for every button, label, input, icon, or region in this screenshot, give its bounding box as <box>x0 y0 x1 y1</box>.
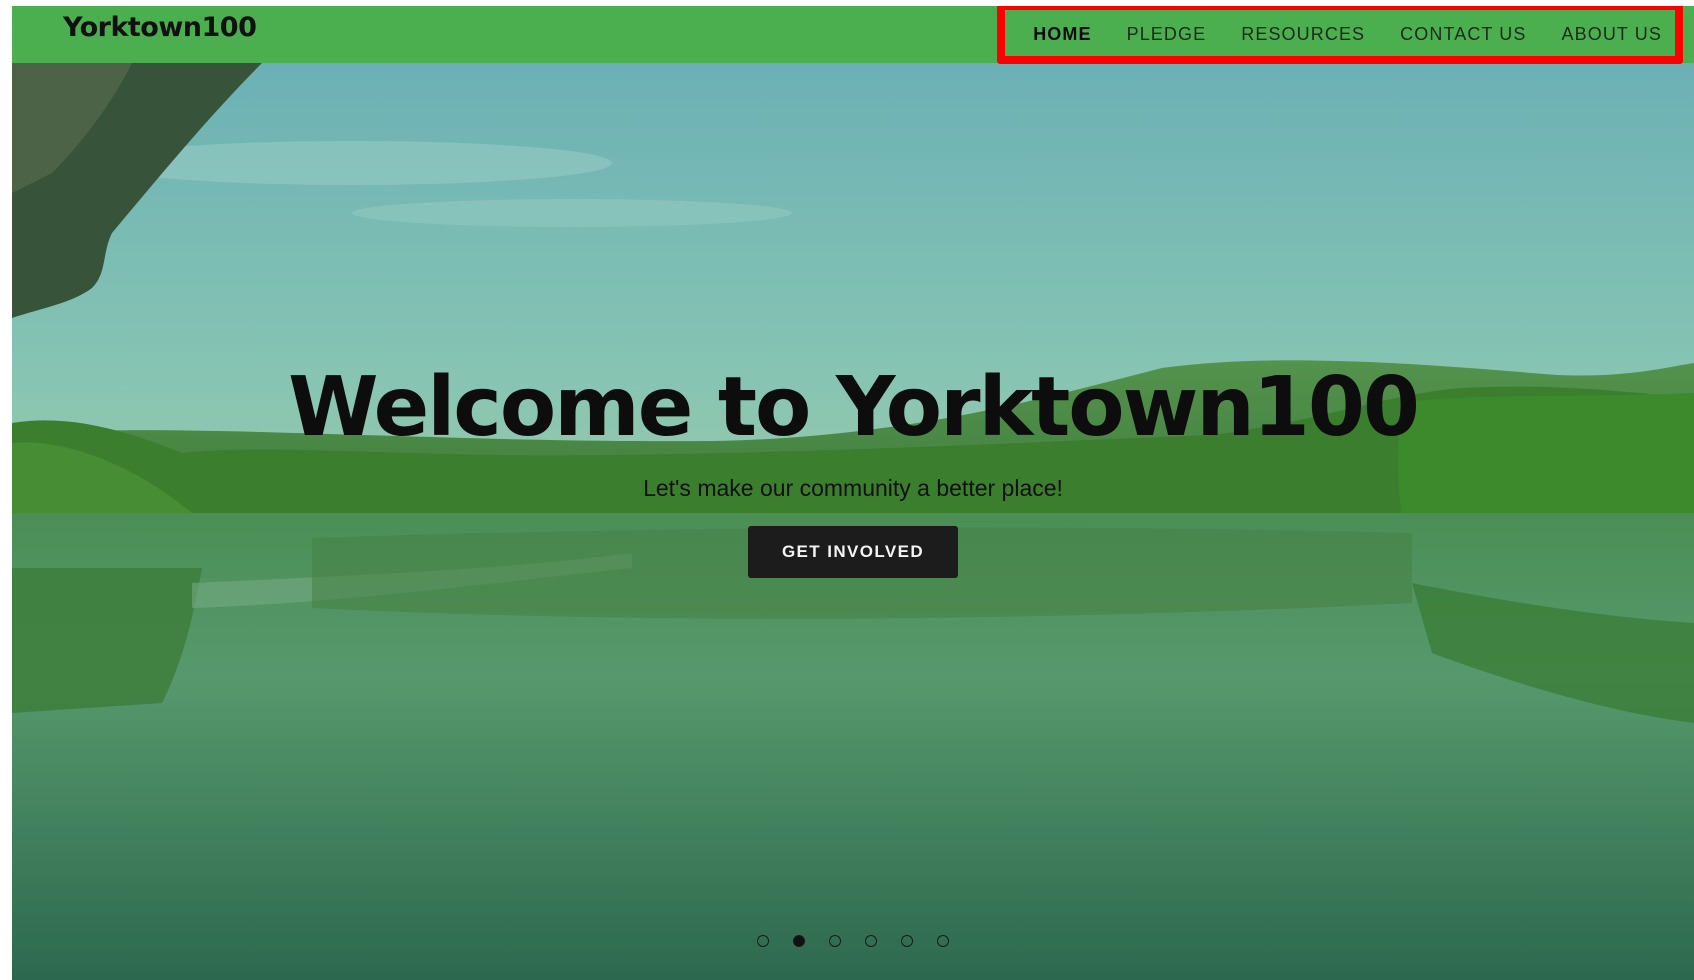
nav-item-contact-us[interactable]: CONTACT US <box>1400 24 1526 45</box>
carousel-dot-6[interactable] <box>937 935 949 947</box>
nav-item-about-us[interactable]: ABOUT US <box>1562 24 1663 45</box>
carousel-dot-5[interactable] <box>901 935 913 947</box>
carousel-dot-1[interactable] <box>757 935 769 947</box>
carousel-dots <box>12 935 1694 947</box>
carousel-dot-3[interactable] <box>829 935 841 947</box>
main-nav: HOME PLEDGE RESOURCES CONTACT US ABOUT U… <box>1033 6 1662 63</box>
carousel-dot-4[interactable] <box>865 935 877 947</box>
carousel-dot-2[interactable] <box>793 935 805 947</box>
nav-item-home[interactable]: HOME <box>1033 24 1091 45</box>
nav-item-pledge[interactable]: PLEDGE <box>1127 24 1207 45</box>
hero-slide: Welcome to Yorktown100 Let's make our co… <box>12 63 1694 980</box>
hero-content: Welcome to Yorktown100 Let's make our co… <box>12 363 1694 578</box>
get-involved-button[interactable]: GET INVOLVED <box>747 526 959 578</box>
site-logo[interactable]: Yorktown100 <box>63 12 257 43</box>
nav-item-resources[interactable]: RESOURCES <box>1241 24 1365 45</box>
hero-title: Welcome to Yorktown100 <box>288 360 1420 455</box>
hero-subtitle: Let's make our community a better place! <box>643 475 1063 501</box>
page-frame: Yorktown100 HOME PLEDGE RESOURCES CONTAC… <box>12 6 1694 980</box>
